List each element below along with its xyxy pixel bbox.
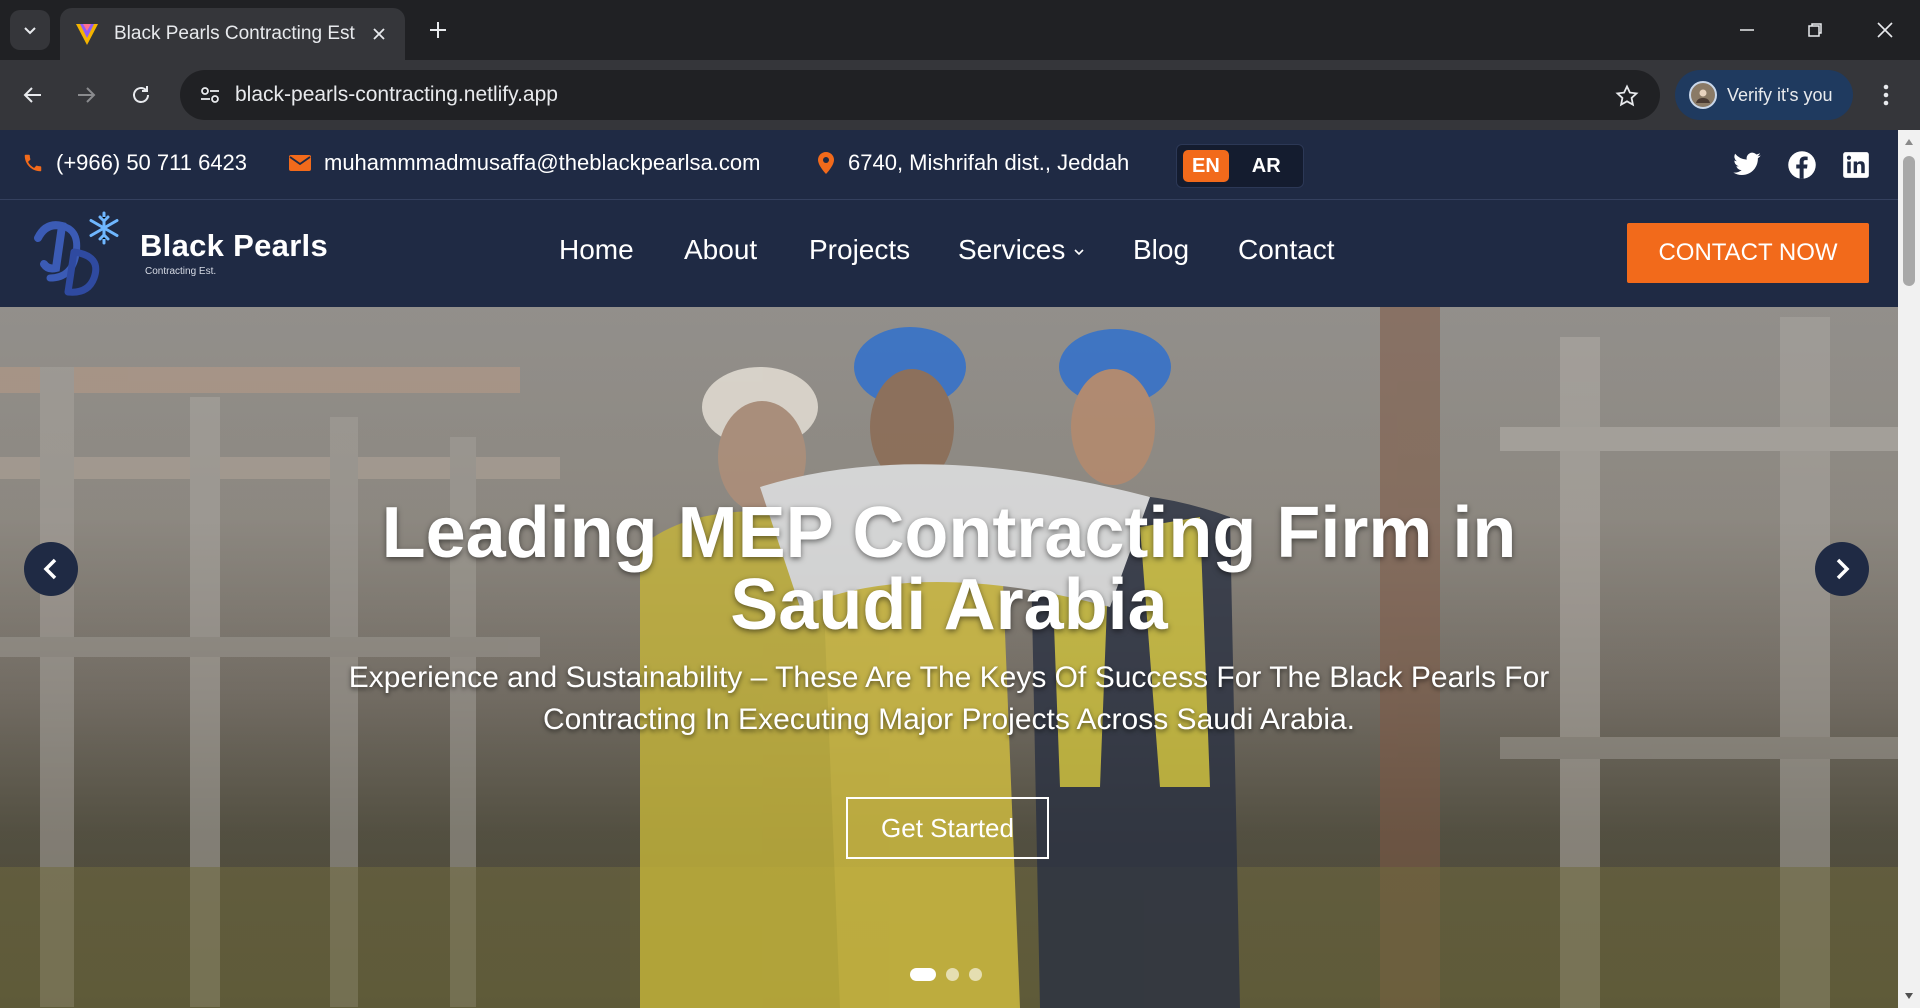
email-link[interactable]: muhammmadmusaffa@theblackpearlsa.com <box>288 150 760 176</box>
chevron-right-icon <box>1836 558 1850 580</box>
phone-icon <box>24 154 42 172</box>
address-bar[interactable]: black-pearls-contracting.netlify.app <box>180 70 1660 120</box>
nav-home[interactable]: Home <box>559 234 634 266</box>
chevron-down-icon <box>24 27 36 35</box>
browser-menu-button[interactable] <box>1870 75 1902 115</box>
arrow-left-icon <box>23 87 41 103</box>
reload-icon <box>133 86 149 103</box>
linkedin-icon <box>1843 152 1869 178</box>
facebook-icon <box>1788 151 1816 179</box>
location-pin-icon <box>818 152 834 174</box>
main-navbar: Black Pearls Contracting Est. Home About… <box>0 200 1898 307</box>
new-tab-button[interactable] <box>422 14 454 46</box>
restore-icon <box>1808 23 1822 37</box>
avatar <box>1689 81 1717 109</box>
caret-up-icon <box>1905 139 1913 145</box>
nav-services[interactable]: Services <box>958 234 1085 266</box>
nav-projects[interactable]: Projects <box>809 234 910 266</box>
linkedin-link[interactable] <box>1840 149 1872 181</box>
slider-indicators <box>910 968 982 981</box>
contact-now-button[interactable]: CONTACT NOW <box>1627 223 1869 283</box>
arrow-right-icon <box>78 87 96 103</box>
address-text: 6740, Mishrifah dist., Jeddah <box>848 150 1130 175</box>
site-favicon-icon <box>76 24 98 45</box>
top-info-bar: (+966) 50 711 6423 muhammmadmusaffa@theb… <box>0 130 1898 200</box>
browser-tab[interactable]: Black Pearls Contracting Est <box>60 8 405 60</box>
page-scrollbar[interactable] <box>1898 130 1920 1008</box>
tune-icon <box>201 87 219 103</box>
back-button[interactable] <box>13 75 53 115</box>
slide-dot-1[interactable] <box>910 968 936 981</box>
twitter-link[interactable] <box>1731 149 1763 181</box>
hero-subtitle: Experience and Sustainability – These Ar… <box>0 657 1898 741</box>
scroll-thumb[interactable] <box>1903 156 1915 286</box>
plus-icon <box>430 22 446 38</box>
brand-logo[interactable] <box>32 208 124 300</box>
slide-dot-3[interactable] <box>969 968 982 981</box>
web-page: (+966) 50 711 6423 muhammmadmusaffa@theb… <box>0 130 1898 1008</box>
minimize-button[interactable] <box>1722 10 1772 50</box>
profile-icon <box>1696 89 1710 103</box>
tab-search-button[interactable] <box>10 10 50 50</box>
language-en-button[interactable]: EN <box>1183 150 1229 182</box>
tab-close-button[interactable] <box>367 22 391 46</box>
facebook-link[interactable] <box>1786 149 1818 181</box>
brand-name[interactable]: Black Pearls <box>140 228 328 264</box>
email-address: muhammmadmusaffa@theblackpearlsa.com <box>324 150 761 175</box>
language-ar-button[interactable]: AR <box>1243 150 1290 182</box>
hero-subtitle-line-1: Experience and Sustainability – These Ar… <box>348 661 1550 694</box>
slide-dot-2[interactable] <box>946 968 959 981</box>
caret-down-icon <box>1905 993 1913 999</box>
restore-button[interactable] <box>1790 10 1840 50</box>
get-started-button[interactable]: Get Started <box>846 797 1049 859</box>
window-close-button[interactable] <box>1860 10 1910 50</box>
language-switcher: EN AR <box>1176 144 1304 188</box>
hero-title-line-1: Leading MEP Contracting Firm in <box>381 493 1517 573</box>
browser-toolbar: black-pearls-contracting.netlify.app Ver… <box>0 60 1920 130</box>
address-link[interactable]: 6740, Mishrifah dist., Jeddah <box>816 150 1129 176</box>
hero-title-line-2: Saudi Arabia <box>730 565 1168 645</box>
nav-contact[interactable]: Contact <box>1238 234 1335 266</box>
hero-subtitle-line-2: Contracting In Executing Major Projects … <box>542 703 1356 736</box>
verify-profile-button[interactable]: Verify it's you <box>1675 70 1853 120</box>
nav-blog[interactable]: Blog <box>1133 234 1189 266</box>
slider-prev-button[interactable] <box>24 542 78 596</box>
phone-number: (+966) 50 711 6423 <box>56 150 248 175</box>
bookmark-button[interactable] <box>1612 81 1642 111</box>
minimize-icon <box>1740 29 1754 31</box>
scroll-up-button[interactable] <box>1903 136 1915 148</box>
reload-button[interactable] <box>121 75 161 115</box>
url-text: black-pearls-contracting.netlify.app <box>235 83 558 106</box>
nav-services-label: Services <box>958 234 1066 265</box>
twitter-icon <box>1733 152 1761 176</box>
slider-next-button[interactable] <box>1815 542 1869 596</box>
scroll-down-button[interactable] <box>1903 990 1915 1002</box>
close-icon <box>1877 22 1893 38</box>
phone-link[interactable]: (+966) 50 711 6423 <box>22 150 247 176</box>
hero-title: Leading MEP Contracting Firm in Saudi Ar… <box>0 497 1898 641</box>
hero-slider: Leading MEP Contracting Firm in Saudi Ar… <box>0 307 1898 1008</box>
browser-tabstrip: Black Pearls Contracting Est <box>0 0 1920 60</box>
close-icon <box>373 28 385 40</box>
brand-subtitle: Contracting Est. <box>145 266 217 277</box>
nav-about[interactable]: About <box>684 234 757 266</box>
verify-label: Verify it's you <box>1727 84 1833 105</box>
site-info-button[interactable] <box>194 79 226 111</box>
forward-button[interactable] <box>66 75 106 115</box>
chevron-left-icon <box>43 558 57 580</box>
star-icon <box>1615 84 1639 107</box>
chevron-down-icon <box>1074 249 1084 256</box>
more-vertical-icon <box>1883 84 1889 106</box>
tab-title: Black Pearls Contracting Est <box>114 23 355 44</box>
mail-icon <box>289 155 311 171</box>
